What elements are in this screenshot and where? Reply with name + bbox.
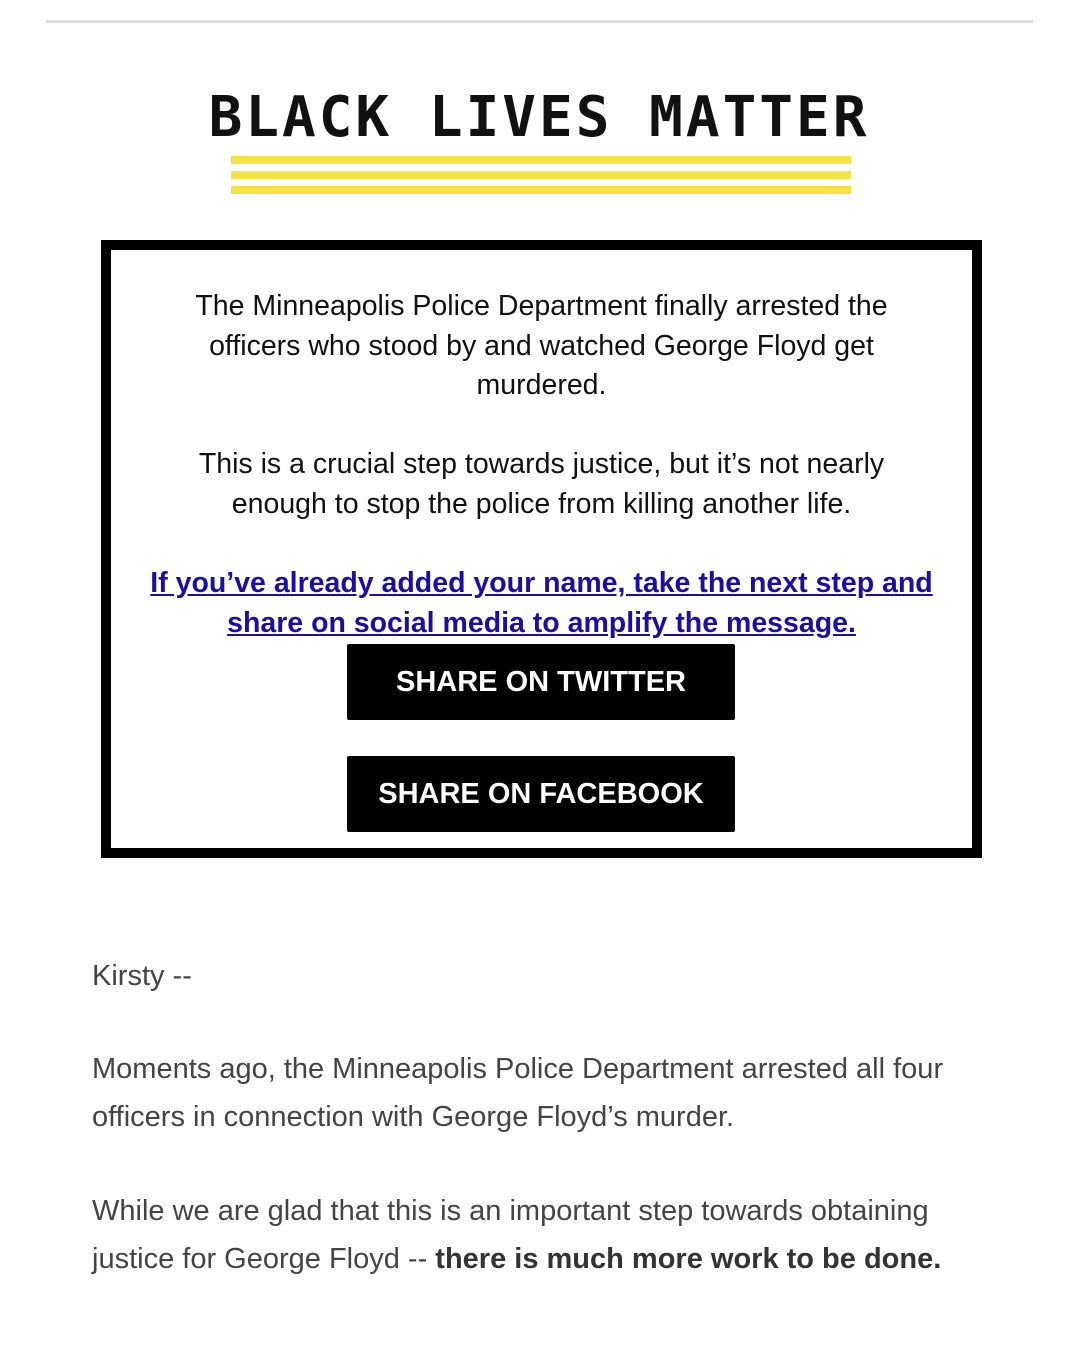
logo-title: BLACK LIVES MATTER [208, 85, 870, 150]
logo-stripes [231, 156, 851, 194]
share-on-facebook-button[interactable]: SHARE ON FACEBOOK [347, 756, 735, 832]
body-paragraph-arrests: Moments ago, the Minneapolis Police Depa… [92, 1053, 944, 1133]
greeting: Kirsty -- [92, 960, 192, 992]
share-on-twitter-button[interactable]: SHARE ON TWITTER [347, 644, 735, 720]
top-divider [46, 20, 1033, 23]
logo-stripe [231, 171, 851, 179]
callout-paragraph-arrest: The Minneapolis Police Department finall… [195, 290, 888, 401]
body-paragraph-more-work-emphasis: there is much more work to be done. [435, 1242, 942, 1275]
share-social-link[interactable]: If you’ve already added your name, take … [131, 564, 952, 643]
callout-paragraph-justice: This is a crucial step towards justice, … [198, 448, 885, 520]
callout-box: The Minneapolis Police Department finall… [101, 240, 982, 858]
logo-stripe [231, 186, 851, 194]
logo-stripe [231, 156, 851, 164]
body-paragraph-more-work: While we are glad that this is an import… [92, 1188, 992, 1283]
